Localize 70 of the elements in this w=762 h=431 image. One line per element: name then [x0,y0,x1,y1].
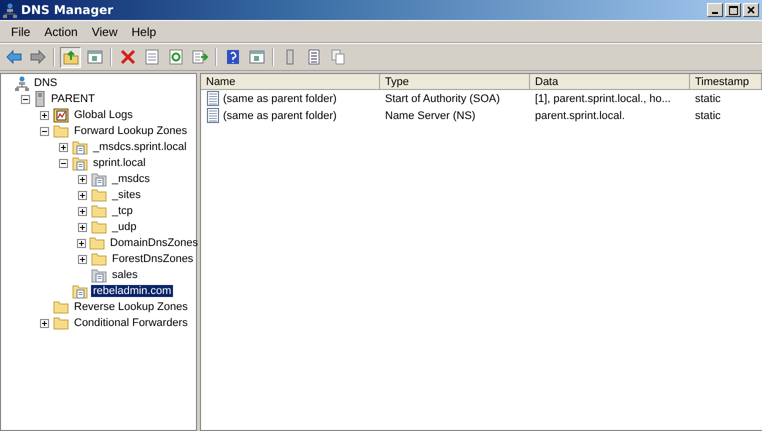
expand-toggle[interactable] [39,318,50,328]
expand-toggle[interactable] [77,238,86,248]
tree-item[interactable]: DomainDnsZones [108,237,200,249]
menu-item[interactable]: File [4,24,38,38]
tree-item[interactable]: Forward Lookup Zones [72,125,190,137]
folder-icon [53,300,69,314]
zone-page-icon [91,172,107,186]
tree-item[interactable]: Conditional Forwarders [72,317,190,329]
tree-item[interactable]: PARENT [49,93,97,105]
tree-item[interactable]: rebeladmin.com [91,285,174,297]
expand-toggle[interactable] [77,190,88,200]
expand-toggle[interactable] [77,222,88,232]
expand-toggle[interactable] [39,110,50,120]
folder-icon [53,124,69,138]
folder-icon [91,188,107,202]
expand-toggle[interactable] [77,254,88,264]
maximize-icon [728,6,738,14]
table-cell: Start of Authority (SOA) [385,92,500,104]
close-icon [747,6,755,14]
network-icon [3,2,17,18]
tree-item[interactable]: DNS [32,77,60,89]
folder-icon [91,220,107,234]
network-icon [15,76,29,90]
collapse-toggle[interactable] [20,94,31,104]
tree-item[interactable]: _udp [110,221,138,233]
expand-toggle[interactable] [77,174,88,184]
table-cell: Name Server (NS) [385,110,476,122]
tree-item[interactable]: _tcp [110,205,135,217]
record-icon [206,91,220,106]
zone-page-icon [91,268,107,282]
record-icon [206,108,220,123]
table-cell: [1], parent.sprint.local., ho... [535,92,671,104]
folder-icon [91,252,107,266]
folder-icon [89,236,105,250]
column-header[interactable]: Data [530,74,690,90]
collapse-toggle[interactable] [58,158,69,168]
table-cell: static [695,92,721,104]
tree-item[interactable]: Global Logs [72,109,135,121]
zone-folder-icon [72,140,88,154]
tree-item[interactable]: sales [110,269,140,281]
server-icon [34,91,46,107]
expand-toggle[interactable] [58,142,69,152]
folder-icon [53,316,69,330]
menu-item[interactable]: Help [124,24,164,38]
table-cell: (same as parent folder) [223,92,337,104]
menu-item[interactable]: Action [37,24,85,38]
zone-folder-icon [72,284,88,298]
log-book-icon [53,108,69,122]
tree-item[interactable]: _msdcs [110,173,152,185]
window-title: DNS Manager [21,3,114,17]
column-header[interactable]: Type [380,74,530,90]
folder-icon [91,204,107,218]
zone-folder-icon [72,156,88,170]
tree-item[interactable]: sprint.local [91,157,148,169]
up-folder-icon[interactable] [60,46,81,68]
table-cell: parent.sprint.local. [535,110,625,122]
collapse-toggle[interactable] [39,126,50,136]
menu-item[interactable]: View [84,24,124,38]
tree-item[interactable]: ForestDnsZones [110,253,196,265]
table-cell: (same as parent folder) [223,110,337,122]
column-header[interactable]: Timestamp [690,74,762,90]
expand-toggle[interactable] [77,206,88,216]
minimize-button[interactable] [707,3,723,17]
tree-item[interactable]: Reverse Lookup Zones [72,301,190,313]
table-cell: static [695,110,721,122]
column-header[interactable]: Name [201,74,380,90]
tree-item[interactable]: _msdcs.sprint.local [91,141,189,153]
maximize-button[interactable] [725,3,741,17]
tree-item[interactable]: _sites [110,189,143,201]
close-button[interactable] [743,3,759,17]
